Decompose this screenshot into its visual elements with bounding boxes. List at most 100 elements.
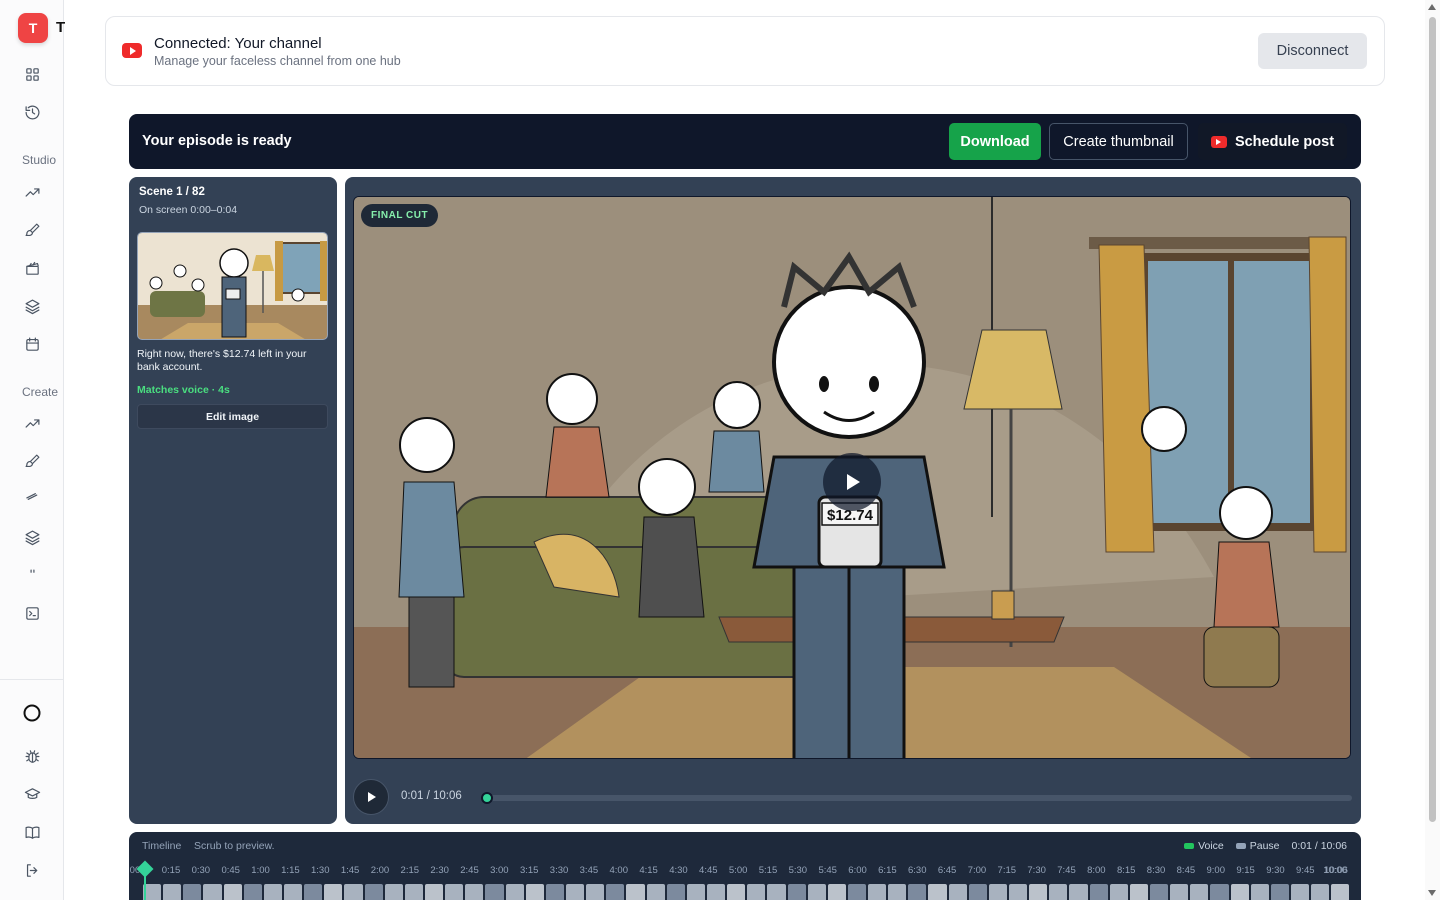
timeline-clip[interactable]	[646, 884, 665, 900]
timeline-clip[interactable]	[1150, 884, 1169, 900]
final-cut-badge: FINAL CUT	[361, 204, 439, 227]
bug-icon[interactable]	[22, 746, 42, 766]
seek-bar[interactable]	[481, 792, 1352, 804]
timeline-tick: 9:15	[1236, 865, 1255, 876]
timeline-clip[interactable]	[928, 884, 947, 900]
timeline-clip[interactable]	[1170, 884, 1189, 900]
timeline-clip[interactable]	[1190, 884, 1209, 900]
timeline-clip[interactable]	[1210, 884, 1229, 900]
timeline-clip[interactable]	[263, 884, 282, 900]
timeline-clip[interactable]	[868, 884, 887, 900]
timeline-clip[interactable]	[968, 884, 987, 900]
disconnect-button[interactable]: Disconnect	[1258, 33, 1367, 69]
clapperboard-icon[interactable]	[22, 258, 42, 278]
timeline-clip[interactable]	[1049, 884, 1068, 900]
timeline-clip[interactable]	[364, 884, 383, 900]
timeline-clip[interactable]	[948, 884, 967, 900]
timeline-clip[interactable]	[847, 884, 867, 900]
timeline-clip[interactable]	[1109, 884, 1128, 900]
timeline-clip[interactable]	[424, 884, 444, 900]
timeline-clip[interactable]	[888, 884, 907, 900]
timeline-clip[interactable]	[1009, 884, 1028, 900]
timeline-clip[interactable]	[1089, 884, 1108, 900]
timeline-clip[interactable]	[324, 884, 343, 900]
timeline-clip[interactable]	[283, 884, 303, 900]
timeline-clip[interactable]	[1230, 884, 1249, 900]
more-icon[interactable]	[22, 561, 42, 581]
timeline-clip[interactable]	[404, 884, 423, 900]
layers-icon[interactable]	[22, 296, 42, 316]
timeline-clip[interactable]	[908, 884, 927, 900]
timeline-clip[interactable]	[1069, 884, 1088, 900]
timeline-clip[interactable]	[203, 884, 222, 900]
timeline-clip[interactable]	[747, 884, 766, 900]
timeline-tick-end: 10:06	[1324, 865, 1348, 876]
trending-icon[interactable]	[22, 413, 42, 433]
timeline-clip[interactable]	[1250, 884, 1269, 900]
timeline-clip[interactable]	[666, 884, 685, 900]
timeline-clip[interactable]	[727, 884, 746, 900]
trending-icon[interactable]	[22, 182, 42, 202]
timeline-tick: 8:30	[1146, 865, 1166, 876]
brush-icon[interactable]	[22, 220, 42, 240]
timeline-clip[interactable]	[183, 884, 202, 900]
grid-icon[interactable]	[22, 64, 42, 84]
timeline-clip[interactable]	[565, 884, 585, 900]
schedule-post-button[interactable]: Schedule post	[1198, 123, 1347, 160]
timeline-clip[interactable]	[1331, 884, 1350, 900]
create-thumbnail-button[interactable]: Create thumbnail	[1049, 123, 1188, 160]
edit-image-button[interactable]: Edit image	[137, 404, 328, 429]
play-button[interactable]	[353, 779, 389, 815]
layers-icon[interactable]	[22, 527, 42, 547]
timeline-clip[interactable]	[686, 884, 705, 900]
timeline-clip[interactable]	[1270, 884, 1290, 900]
timeline-clip[interactable]	[1029, 884, 1048, 900]
scroll-down-arrow[interactable]	[1428, 890, 1436, 896]
circle-icon[interactable]	[22, 703, 42, 723]
timeline-playhead[interactable]	[144, 863, 146, 900]
timeline-clip[interactable]	[586, 884, 605, 900]
timeline-clip[interactable]	[445, 884, 464, 900]
timeline-clip[interactable]	[787, 884, 806, 900]
scroll-up-arrow[interactable]	[1428, 4, 1436, 10]
timeline-clip[interactable]	[505, 884, 524, 900]
timeline-clip[interactable]	[525, 884, 544, 900]
timeline-clip[interactable]	[1129, 884, 1149, 900]
timeline-clip[interactable]	[1311, 884, 1330, 900]
graduation-cap-icon[interactable]	[22, 784, 42, 804]
timeline-clip[interactable]	[988, 884, 1008, 900]
page-scrollbar[interactable]	[1425, 0, 1440, 900]
timeline-clip[interactable]	[545, 884, 564, 900]
download-button[interactable]: Download	[949, 123, 1041, 160]
logout-icon[interactable]	[22, 860, 42, 880]
wand-icon[interactable]	[22, 486, 42, 506]
timeline-clip[interactable]	[243, 884, 262, 900]
brush-icon[interactable]	[22, 451, 42, 471]
timeline-clips[interactable]	[143, 884, 1350, 900]
calendar-icon[interactable]	[22, 334, 42, 354]
timeline-clip[interactable]	[626, 884, 645, 900]
timeline-clip[interactable]	[827, 884, 846, 900]
scroll-thumb[interactable]	[1429, 17, 1436, 822]
timeline-clip[interactable]	[606, 884, 625, 900]
timeline-clip[interactable]	[767, 884, 786, 900]
timeline-clip[interactable]	[1291, 884, 1310, 900]
play-overlay-button[interactable]	[823, 453, 881, 511]
timeline-clip[interactable]	[465, 884, 484, 900]
scene-thumbnail[interactable]	[137, 232, 328, 340]
timeline-clip[interactable]	[223, 884, 242, 900]
timeline-clip[interactable]	[304, 884, 323, 900]
timeline-clip[interactable]	[807, 884, 826, 900]
timeline-clip[interactable]	[485, 884, 504, 900]
timeline-clip[interactable]	[384, 884, 403, 900]
timeline-clip[interactable]	[706, 884, 726, 900]
app-logo[interactable]: T	[18, 13, 48, 43]
terminal-icon[interactable]	[22, 603, 42, 623]
history-icon[interactable]	[22, 102, 42, 122]
seek-handle[interactable]	[481, 792, 494, 804]
timeline-tick: 4:00	[609, 865, 629, 876]
book-icon[interactable]	[22, 822, 42, 842]
timeline-tick: 6:15	[878, 865, 897, 876]
timeline-clip[interactable]	[344, 884, 363, 900]
timeline-clip[interactable]	[163, 884, 182, 900]
